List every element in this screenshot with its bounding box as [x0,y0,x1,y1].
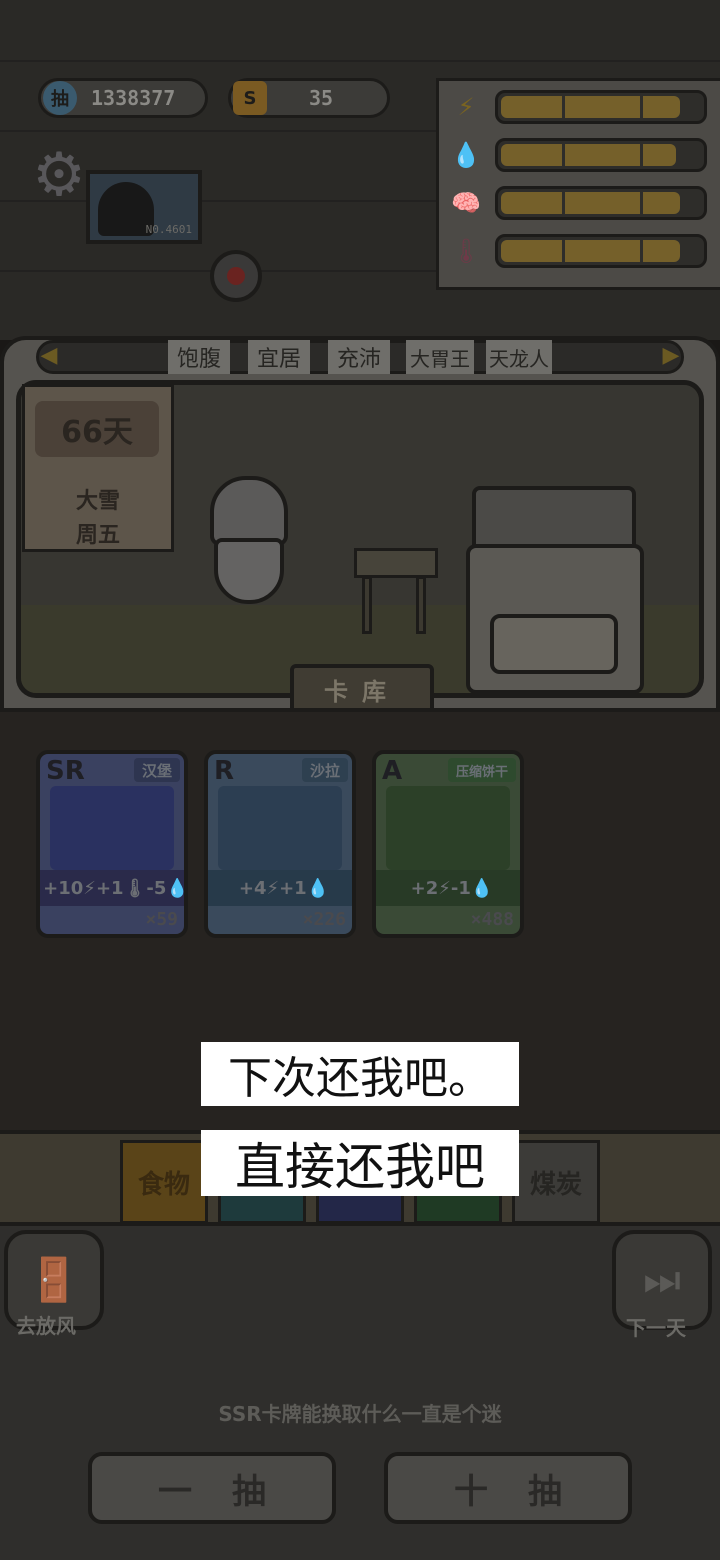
weather-label: 大雪 [75,489,120,514]
card-count: ×488 [470,909,514,930]
energy-bar [495,90,707,124]
next-day-label: 下一天 [626,1316,686,1340]
card-compressed-biscuit[interactable]: A 压缩饼干 +2⚡-1💧 ×488 [372,750,524,938]
settings-gear-icon[interactable]: ⚙ [28,144,90,206]
draw-ticket-counter: 抽 1338377 [38,78,208,118]
temperature-bar [495,234,707,268]
hamburger-icon [50,786,174,870]
bed [466,486,644,696]
tip-text: SSR卡牌能换取什么一直是个迷 [218,1402,502,1426]
ticket-badge: 抽 [43,81,77,115]
card-library-button[interactable]: 卡库 [290,664,434,714]
stat-temperature: 🌡 [449,229,719,273]
calendar-board: 66天 大雪 周五 [22,384,174,552]
brain-icon: 🧠 [451,189,481,217]
water-drop-icon: 💧 [451,141,481,169]
tab-next-arrow-icon[interactable]: ▶ [660,344,682,368]
card-effects: +4⚡+1💧 [208,870,352,906]
toilet [210,476,288,626]
card-effects: +10⚡+1🌡-5💧 [40,870,184,906]
dialogue-option-later[interactable]: 下次还我吧。 [201,1042,519,1106]
tab-celestial[interactable]: 天龙人 [486,340,552,374]
status-panel: ⚡ 💧 🧠 🌡 [436,78,720,290]
tab-big-eater[interactable]: 大胃王 [406,340,474,374]
thermometer-icon: 🌡 [450,237,482,265]
robot-eye [210,250,262,302]
tab-prev-arrow-icon[interactable]: ◀ [38,344,60,368]
card-name: 压缩饼干 [447,758,516,782]
stat-energy: ⚡ [449,85,719,129]
biscuit-icon [386,786,510,870]
energy-bar-fill [501,96,681,118]
stat-water: 💧 [449,133,719,177]
salad-icon [218,786,342,870]
currency-counter: S 35 [228,78,390,118]
draw-one-button[interactable]: 一抽 [88,1452,336,1524]
card-count: ×226 [302,909,346,930]
draw-ticket-value: 1338377 [91,86,176,110]
lightning-icon: ⚡ [457,93,475,121]
card-hamburger[interactable]: SR 汉堡 +10⚡+1🌡-5💧 ×59 [36,750,188,938]
go-out-label: 去放风 [16,1314,76,1338]
card-name: 沙拉 [301,758,348,782]
stool [354,548,438,636]
card-count: ×59 [145,909,178,930]
category-coal[interactable]: 煤炭 [512,1140,600,1224]
game-screen: 抽 1338377 S 35 ⚙ N0.4601 ⚡ 💧 🧠 🌡 ◀ ▶ 饱腹 … [0,0,720,1560]
stat-mind: 🧠 [449,181,719,225]
mind-bar-fill [501,192,681,214]
dialogue-option-now[interactable]: 直接还我吧 [201,1130,519,1196]
day-counter: 66天 [35,401,159,457]
prisoner-number: N0.4601 [145,223,192,236]
card-rarity: SR [46,756,85,786]
draw-ten-button[interactable]: 十抽 [384,1452,632,1524]
category-food[interactable]: 食物 [120,1140,208,1224]
water-bar [495,138,707,172]
tab-livable[interactable]: 宜居 [248,340,310,374]
card-effects: +2⚡-1💧 [376,870,520,906]
temperature-bar-fill [501,240,681,262]
skip-forward-icon: ⏭ [643,1255,681,1304]
tab-satiety[interactable]: 饱腹 [168,340,230,374]
avatar-monitor: N0.4601 [86,170,202,244]
card-rarity: A [382,756,403,786]
weekday-label: 周五 [75,523,120,548]
water-bar-fill [501,144,677,166]
door-icon: 🚪 [27,1255,81,1304]
currency-badge: S [233,81,267,115]
currency-value: 35 [309,86,334,110]
card-rarity: R [214,756,235,786]
card-name: 汉堡 [133,758,180,782]
card-salad[interactable]: R 沙拉 +4⚡+1💧 ×226 [204,750,356,938]
tab-energetic[interactable]: 充沛 [328,340,390,374]
mind-bar [495,186,707,220]
